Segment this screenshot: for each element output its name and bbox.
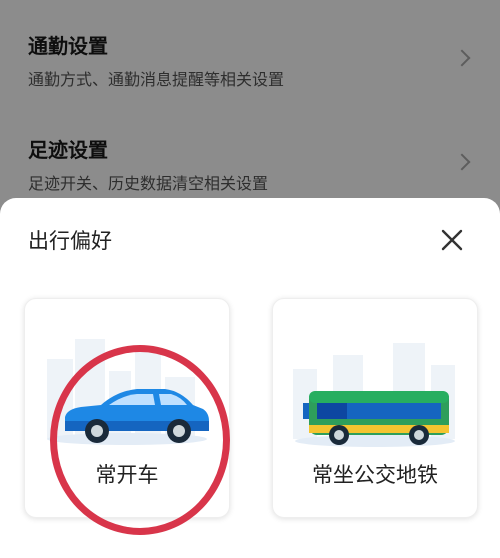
option-label: 常开车 — [95, 463, 159, 487]
bus-icon — [293, 343, 455, 447]
travel-preference-sheet: 出行偏好 常开车 常坐公交地铁 — [0, 198, 500, 558]
option-drive-car[interactable]: 常开车 — [24, 298, 230, 518]
car-icon — [47, 339, 209, 445]
option-label: 常坐公交地铁 — [312, 463, 438, 487]
close-icon[interactable] — [440, 228, 464, 252]
sheet-title: 出行偏好 — [28, 229, 112, 253]
option-public-transit[interactable]: 常坐公交地铁 — [272, 298, 478, 518]
